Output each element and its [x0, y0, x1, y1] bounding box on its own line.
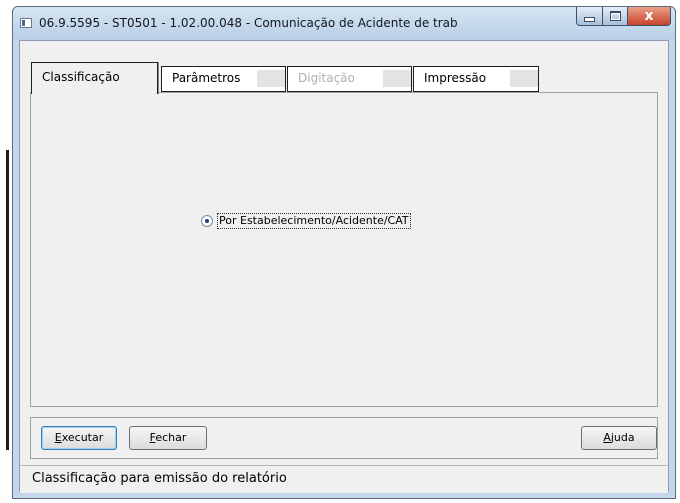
tab-impressao[interactable]: Impressão [413, 66, 539, 92]
tab-shade [383, 70, 411, 87]
radio-label[interactable]: Por Estabelecimento/Acidente/CAT [217, 213, 411, 229]
status-text: Classificação para emissão do relatório [32, 471, 287, 486]
button-panel: Executar Fechar Ajuda [30, 417, 658, 459]
app-window: 06.9.5595 - ST0501 - 1.02.00.048 - Comun… [12, 6, 676, 499]
fechar-button[interactable]: Fechar [129, 426, 207, 450]
background-window-edge [6, 150, 9, 450]
maximize-icon [609, 11, 621, 21]
close-icon: x [644, 8, 654, 24]
tab-label: Classificação [42, 70, 120, 84]
tab-label: Impressão [424, 71, 487, 85]
button-label-rest: echar [155, 431, 187, 444]
button-label-rest: juda [610, 431, 635, 444]
dialog-client-area: Classificação Parâmetros Digitação Impre… [19, 40, 669, 493]
button-label-rest: xecutar [61, 431, 104, 444]
executar-button[interactable]: Executar [41, 426, 117, 450]
tab-digitacao: Digitação [287, 66, 412, 92]
tab-panel-classificacao: Por Estabelecimento/Acidente/CAT [30, 92, 658, 407]
radio-option-estabelecimento[interactable]: Por Estabelecimento/Acidente/CAT [201, 213, 411, 229]
window-title: 06.9.5595 - ST0501 - 1.02.00.048 - Comun… [39, 16, 458, 30]
tab-label: Digitação [298, 71, 355, 85]
maximize-button[interactable] [602, 7, 628, 26]
app-icon[interactable] [20, 18, 32, 28]
tab-parametros[interactable]: Parâmetros [161, 66, 286, 92]
accelerator-key: E [54, 431, 62, 444]
title-bar[interactable]: 06.9.5595 - ST0501 - 1.02.00.048 - Comun… [13, 7, 675, 40]
minimize-button[interactable] [576, 7, 603, 26]
radio-button[interactable] [201, 215, 213, 227]
tab-shade [510, 70, 538, 87]
minimize-icon [584, 16, 595, 22]
tab-label: Parâmetros [172, 71, 241, 85]
close-button[interactable]: x [627, 7, 671, 26]
accelerator-key: A [603, 431, 611, 444]
tab-classificacao[interactable]: Classificação [31, 62, 158, 94]
tab-shade [257, 70, 285, 87]
status-bar: Classificação para emissão do relatório [20, 465, 668, 493]
ajuda-button[interactable]: Ajuda [581, 426, 657, 450]
radio-selected-dot [205, 219, 209, 223]
